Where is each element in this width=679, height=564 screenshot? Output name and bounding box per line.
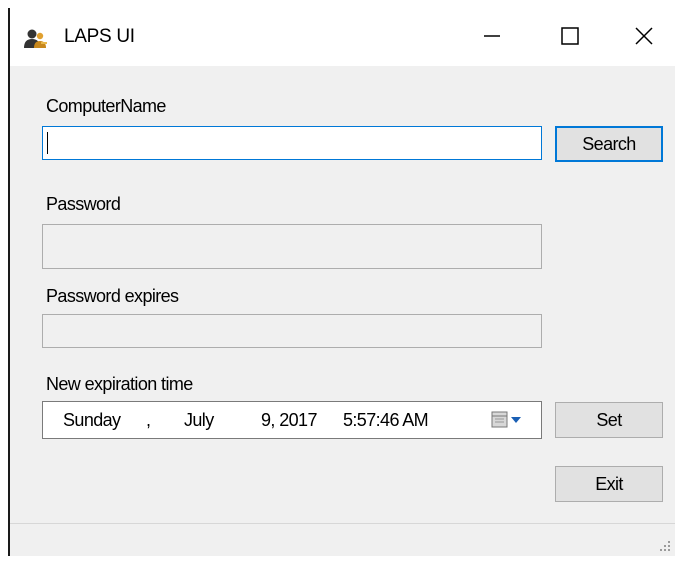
- laps-window: LAPS UI ComputerName Search Password Pas…: [8, 8, 675, 556]
- close-icon: [635, 27, 653, 45]
- date-time[interactable]: 5:57:46 AM: [343, 410, 429, 431]
- date-month[interactable]: July: [184, 410, 214, 431]
- calendar-dropdown-button[interactable]: [489, 408, 531, 432]
- date-separator: ,: [146, 410, 151, 430]
- title-bar[interactable]: LAPS UI: [10, 8, 675, 66]
- minimize-icon: [484, 35, 500, 37]
- exit-button[interactable]: Exit: [555, 466, 663, 502]
- close-button[interactable]: [622, 18, 666, 54]
- computer-name-input[interactable]: [42, 126, 542, 160]
- password-expires-field[interactable]: [42, 314, 542, 348]
- text-caret: [47, 132, 48, 154]
- password-expires-label: Password expires: [46, 286, 179, 306]
- calendar-dropdown-icon: [491, 411, 521, 428]
- expiration-datetime-picker[interactable]: Sunday , July 9, 2017 5:57:46 AM: [42, 401, 542, 439]
- window-title: LAPS UI: [64, 26, 135, 47]
- maximize-button[interactable]: [548, 18, 592, 54]
- computer-name-label: ComputerName: [46, 96, 166, 116]
- search-button[interactable]: Search: [555, 126, 663, 162]
- minimize-button[interactable]: [470, 18, 514, 54]
- resize-grip-icon[interactable]: [659, 540, 671, 552]
- set-button[interactable]: Set: [555, 402, 663, 438]
- status-bar: [10, 523, 675, 556]
- new-expiration-label: New expiration time: [46, 374, 193, 394]
- password-field[interactable]: [42, 224, 542, 269]
- date-day-year[interactable]: 9, 2017: [261, 410, 317, 431]
- maximize-icon: [561, 27, 579, 45]
- users-key-icon: [24, 29, 47, 48]
- date-day[interactable]: Sunday: [63, 410, 121, 431]
- password-label: Password: [46, 194, 121, 214]
